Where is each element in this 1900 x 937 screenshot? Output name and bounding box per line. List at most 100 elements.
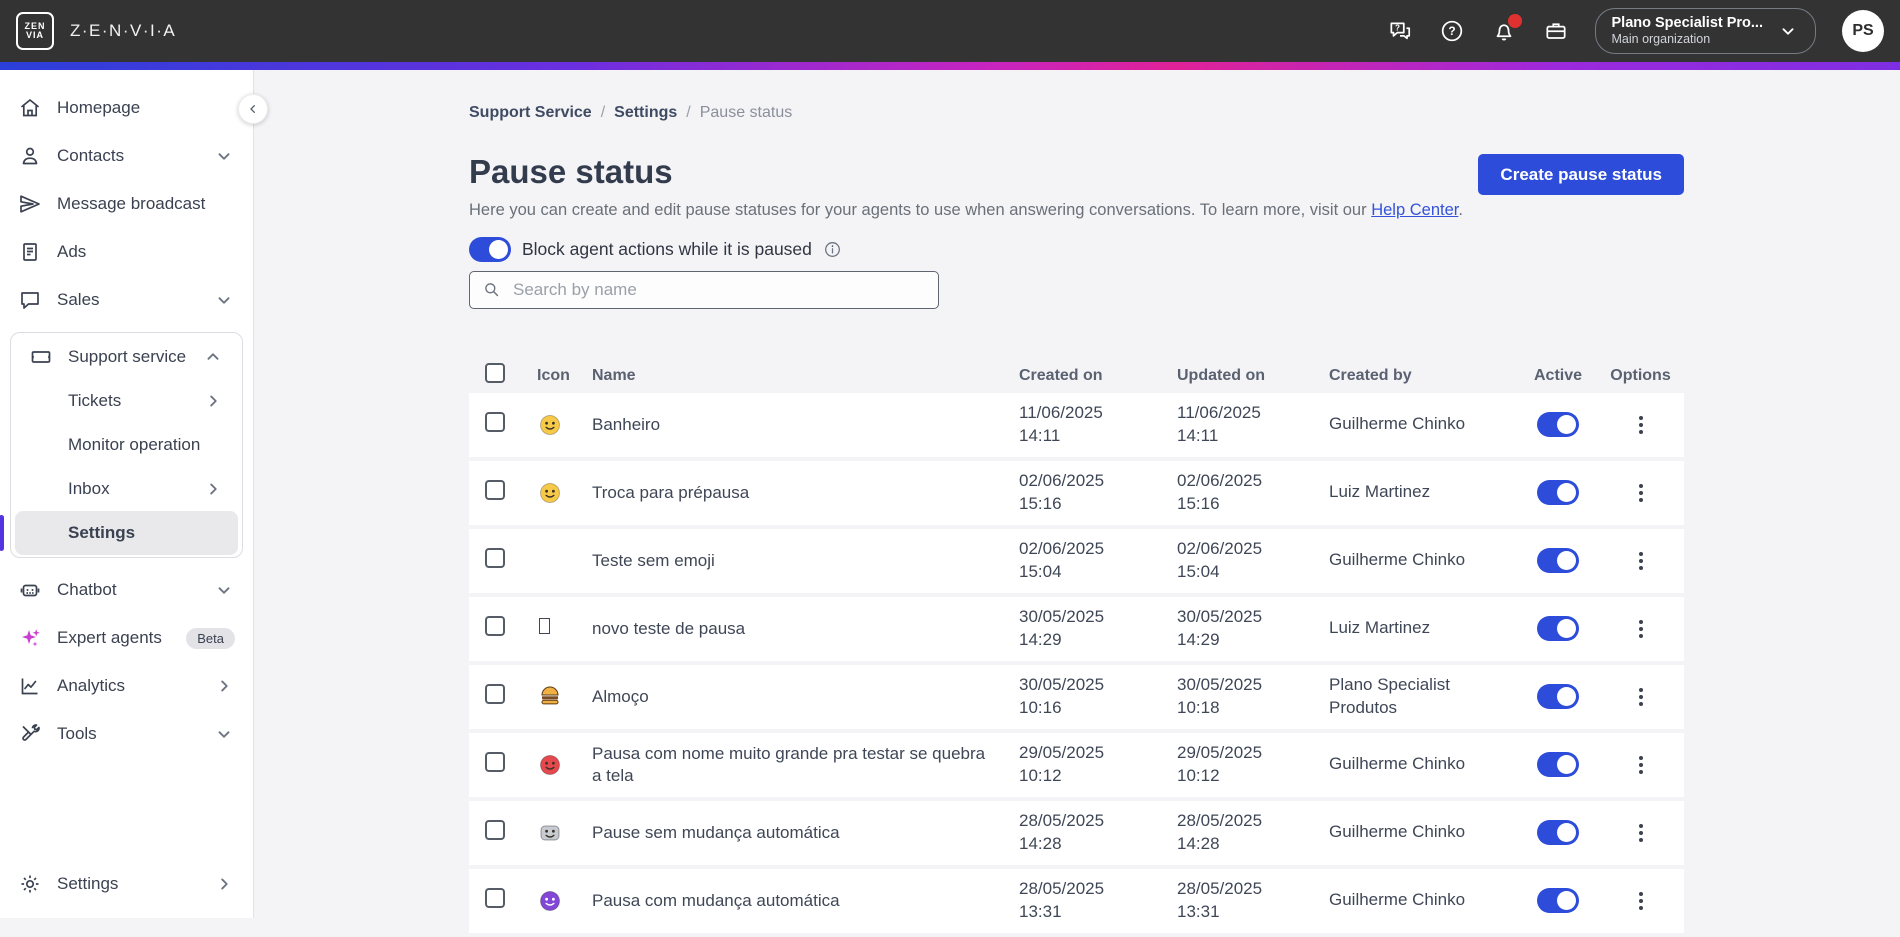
sidebar-item-tickets[interactable]: Tickets bbox=[15, 379, 238, 423]
sidebar-item-label: Tickets bbox=[68, 391, 121, 411]
sidebar-item-contacts[interactable]: Contacts bbox=[0, 132, 253, 180]
row-checkbox[interactable] bbox=[485, 548, 505, 568]
table-header: Icon Name Created on Updated on Created … bbox=[469, 359, 1684, 393]
search-input[interactable] bbox=[511, 279, 926, 301]
table-row: Troca para prépausa 02/06/202515:16 02/0… bbox=[469, 461, 1684, 525]
notification-dot bbox=[1508, 14, 1522, 28]
row-checkbox[interactable] bbox=[485, 820, 505, 840]
pause-status-emoji bbox=[539, 686, 592, 708]
options-menu-button[interactable] bbox=[1633, 750, 1649, 780]
created-on-cell: 29/05/202510:12 bbox=[1019, 742, 1177, 788]
created-time: 14:28 bbox=[1019, 833, 1177, 856]
info-icon[interactable] bbox=[823, 240, 842, 259]
organization-selector[interactable]: Plano Specialist Pro... Main organizatio… bbox=[1595, 8, 1817, 54]
description-text: . bbox=[1458, 201, 1463, 219]
created-on-cell: 11/06/202514:11 bbox=[1019, 402, 1177, 448]
row-checkbox[interactable] bbox=[485, 480, 505, 500]
row-checkbox[interactable] bbox=[485, 684, 505, 704]
updated-date: 11/06/2025 bbox=[1177, 402, 1329, 425]
row-checkbox[interactable] bbox=[485, 616, 505, 636]
chevron-up-icon bbox=[202, 346, 224, 368]
created-by-cell: Luiz Martinez bbox=[1329, 481, 1519, 503]
brand-wordmark: Z·E·N·V·I·A bbox=[70, 21, 176, 41]
sidebar-item-label: Expert agents bbox=[57, 628, 162, 648]
sidebar-item-sales[interactable]: Sales bbox=[0, 276, 253, 324]
speech-bubble-icon bbox=[18, 288, 42, 312]
notifications-bell-icon[interactable] bbox=[1491, 18, 1517, 44]
updated-on-cell: 28/05/202514:28 bbox=[1177, 810, 1329, 856]
options-menu-button[interactable] bbox=[1633, 818, 1649, 848]
help-center-link[interactable]: Help Center bbox=[1371, 201, 1458, 219]
sidebar-item-ads[interactable]: Ads bbox=[0, 228, 253, 276]
sidebar-item-settings-selected[interactable]: Settings bbox=[15, 511, 238, 555]
created-time: 15:04 bbox=[1019, 561, 1177, 584]
create-pause-status-button[interactable]: Create pause status bbox=[1478, 154, 1684, 195]
sidebar-item-tools[interactable]: Tools bbox=[0, 710, 253, 758]
tools-icon bbox=[18, 722, 42, 746]
active-toggle[interactable] bbox=[1537, 548, 1579, 573]
block-agent-toggle[interactable] bbox=[469, 237, 511, 262]
active-toggle[interactable] bbox=[1537, 616, 1579, 641]
updated-on-cell: 29/05/202510:12 bbox=[1177, 742, 1329, 788]
updated-date: 28/05/2025 bbox=[1177, 878, 1329, 901]
created-time: 10:16 bbox=[1019, 697, 1177, 720]
table-row: Banheiro 11/06/202514:11 11/06/202514:11… bbox=[469, 393, 1684, 457]
updated-date: 02/06/2025 bbox=[1177, 470, 1329, 493]
row-checkbox[interactable] bbox=[485, 888, 505, 908]
created-on-cell: 02/06/202515:04 bbox=[1019, 538, 1177, 584]
options-menu-button[interactable] bbox=[1633, 682, 1649, 712]
options-menu-button[interactable] bbox=[1633, 478, 1649, 508]
sidebar-item-message-broadcast[interactable]: Message broadcast bbox=[0, 180, 253, 228]
options-menu-button[interactable] bbox=[1633, 614, 1649, 644]
updated-time: 14:28 bbox=[1177, 833, 1329, 856]
support-chat-icon[interactable] bbox=[1387, 18, 1413, 44]
sidebar-item-label: Homepage bbox=[57, 98, 140, 118]
pause-status-name: Teste sem emoji bbox=[592, 550, 1019, 571]
page-description: Here you can create and edit pause statu… bbox=[469, 201, 1684, 220]
created-date: 30/05/2025 bbox=[1019, 674, 1177, 697]
updated-time: 14:29 bbox=[1177, 629, 1329, 652]
pause-status-emoji bbox=[539, 890, 592, 912]
breadcrumb-support-service[interactable]: Support Service bbox=[469, 104, 592, 122]
sidebar-item-settings-bottom[interactable]: Settings bbox=[0, 860, 253, 908]
brand-gradient-bar bbox=[0, 62, 1900, 70]
sidebar-item-label: Settings bbox=[68, 523, 135, 543]
sidebar-item-homepage[interactable]: Homepage bbox=[0, 84, 253, 132]
sidebar-item-expert-agents[interactable]: Expert agents Beta bbox=[0, 614, 253, 662]
created-on-cell: 30/05/202510:16 bbox=[1019, 674, 1177, 720]
header-options: Options bbox=[1597, 367, 1684, 385]
sidebar-item-label: Monitor operation bbox=[68, 435, 200, 455]
sidebar-item-chatbot[interactable]: Chatbot bbox=[0, 566, 253, 614]
active-toggle[interactable] bbox=[1537, 752, 1579, 777]
created-by-cell: Luiz Martinez bbox=[1329, 617, 1519, 639]
active-toggle[interactable] bbox=[1537, 684, 1579, 709]
avatar[interactable]: PS bbox=[1842, 10, 1884, 52]
updated-date: 30/05/2025 bbox=[1177, 674, 1329, 697]
updated-on-cell: 30/05/202510:18 bbox=[1177, 674, 1329, 720]
chevron-right-icon bbox=[213, 675, 235, 697]
created-date: 28/05/2025 bbox=[1019, 810, 1177, 833]
sidebar-item-monitor-operation[interactable]: Monitor operation bbox=[15, 423, 238, 467]
sidebar-item-support-service[interactable]: Support service bbox=[15, 335, 238, 379]
chevron-down-icon bbox=[213, 289, 235, 311]
options-menu-button[interactable] bbox=[1633, 546, 1649, 576]
active-toggle[interactable] bbox=[1537, 480, 1579, 505]
chevron-left-icon bbox=[244, 101, 262, 117]
pause-status-emoji bbox=[539, 822, 592, 844]
active-toggle[interactable] bbox=[1537, 412, 1579, 437]
select-all-checkbox[interactable] bbox=[485, 363, 505, 383]
active-toggle[interactable] bbox=[1537, 820, 1579, 845]
row-checkbox[interactable] bbox=[485, 412, 505, 432]
options-menu-button[interactable] bbox=[1633, 886, 1649, 916]
sidebar-collapse-button[interactable] bbox=[238, 94, 268, 124]
sidebar-item-inbox[interactable]: Inbox bbox=[15, 467, 238, 511]
active-toggle[interactable] bbox=[1537, 888, 1579, 913]
breadcrumb-settings[interactable]: Settings bbox=[614, 104, 677, 122]
row-checkbox[interactable] bbox=[485, 752, 505, 772]
sidebar-item-analytics[interactable]: Analytics bbox=[0, 662, 253, 710]
help-icon[interactable] bbox=[1439, 18, 1465, 44]
briefcase-icon[interactable] bbox=[1543, 18, 1569, 44]
table-row: Teste sem emoji 02/06/202515:04 02/06/20… bbox=[469, 529, 1684, 593]
options-menu-button[interactable] bbox=[1633, 410, 1649, 440]
updated-time: 15:16 bbox=[1177, 493, 1329, 516]
